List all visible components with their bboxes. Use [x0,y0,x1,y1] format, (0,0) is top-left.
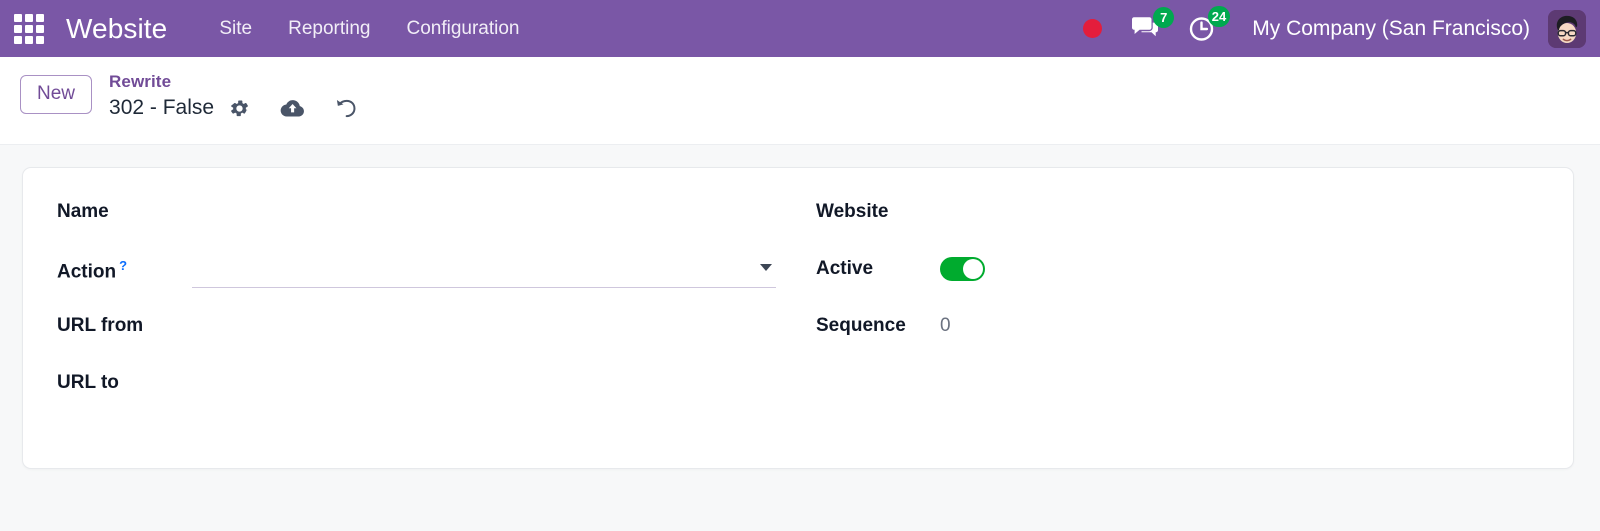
breadcrumb-parent-rewrite[interactable]: Rewrite [109,71,360,94]
action-select[interactable] [192,255,776,288]
apps-grid-cell [14,36,22,44]
apps-grid-cell [14,25,22,33]
field-sequence: Sequence 0 [816,312,1539,369]
field-label-action: Action? [57,255,192,283]
main-menu: Site Reporting Configuration [201,12,537,46]
settings-gear-icon[interactable] [226,95,253,122]
field-url-to: URL to [57,369,798,426]
company-switcher[interactable]: My Company (San Francisco) [1252,17,1530,41]
form-background: Name Action? URL from [0,145,1600,530]
field-action: Action? [57,255,798,312]
field-value-name [192,198,798,222]
form-column-left: Name Action? URL from [57,198,798,434]
avatar[interactable] [1548,10,1586,48]
field-label-name: Name [57,198,192,223]
messages-count-badge: 7 [1153,7,1174,28]
record-dot-icon[interactable] [1083,19,1102,38]
field-input-action-wrap [192,255,798,288]
field-name: Name [57,198,798,255]
active-toggle-knob [963,259,983,279]
menu-item-reporting[interactable]: Reporting [270,12,388,46]
apps-grid-cell [36,14,44,22]
field-input-name[interactable] [192,198,798,222]
app-brand-website[interactable]: Website [66,13,167,45]
user-avatar-image [1548,10,1586,48]
form-sheet: Name Action? URL from [22,167,1574,469]
activities-button[interactable]: 24 [1182,11,1222,47]
undo-discard-icon[interactable] [331,95,360,122]
field-label-url-from: URL from [57,312,192,337]
field-input-url-to[interactable] [192,369,798,393]
messages-button[interactable]: 7 [1124,12,1166,46]
record-title: 302 - False [109,96,214,120]
breadcrumb: Rewrite 302 - False [109,67,360,122]
field-value-url-to [192,369,798,393]
apps-grid-cell [14,14,22,22]
field-value-sequence: 0 [940,312,1539,335]
form-column-right: Website Active Sequence 0 [798,198,1539,434]
field-label-website: Website [816,198,940,223]
chevron-down-icon[interactable] [760,264,772,271]
undo-arrow-glyph [334,98,357,119]
field-input-url-from[interactable] [192,312,798,336]
activities-count-badge: 24 [1208,6,1230,27]
field-value-website [940,198,1539,222]
breadcrumb-current-row: 302 - False [109,95,360,122]
field-input-sequence[interactable]: 0 [940,312,1539,335]
new-button[interactable]: New [20,75,92,114]
apps-grid-cell [36,36,44,44]
field-active: Active [816,255,1539,312]
apps-grid-cell [36,25,44,33]
gear-glyph [229,98,250,119]
cloud-upload-save-icon[interactable] [277,95,308,121]
field-label-sequence: Sequence [816,312,940,337]
apps-grid-cell [25,14,33,22]
apps-grid-cell [25,36,33,44]
field-input-active [940,255,1539,281]
active-toggle[interactable] [940,257,985,281]
help-tooltip-icon[interactable]: ? [119,258,127,273]
field-label-active: Active [816,255,940,280]
navbar-right-systray: 7 24 My Company (San Francisco) [1083,10,1586,48]
apps-grid-cell [25,25,33,33]
top-navbar: Website Site Reporting Configuration 7 2… [0,0,1600,57]
field-label-action-text: Action [57,261,116,282]
field-input-website[interactable] [940,198,1539,222]
menu-item-site[interactable]: Site [201,12,270,46]
field-label-url-to: URL to [57,369,192,394]
field-url-from: URL from [57,312,798,369]
field-website: Website [816,198,1539,255]
apps-grid-icon[interactable] [12,12,46,46]
menu-item-configuration[interactable]: Configuration [388,12,537,46]
field-value-url-from [192,312,798,336]
control-panel: New Rewrite 302 - False [0,57,1600,145]
cloud-upload-glyph [280,98,305,118]
